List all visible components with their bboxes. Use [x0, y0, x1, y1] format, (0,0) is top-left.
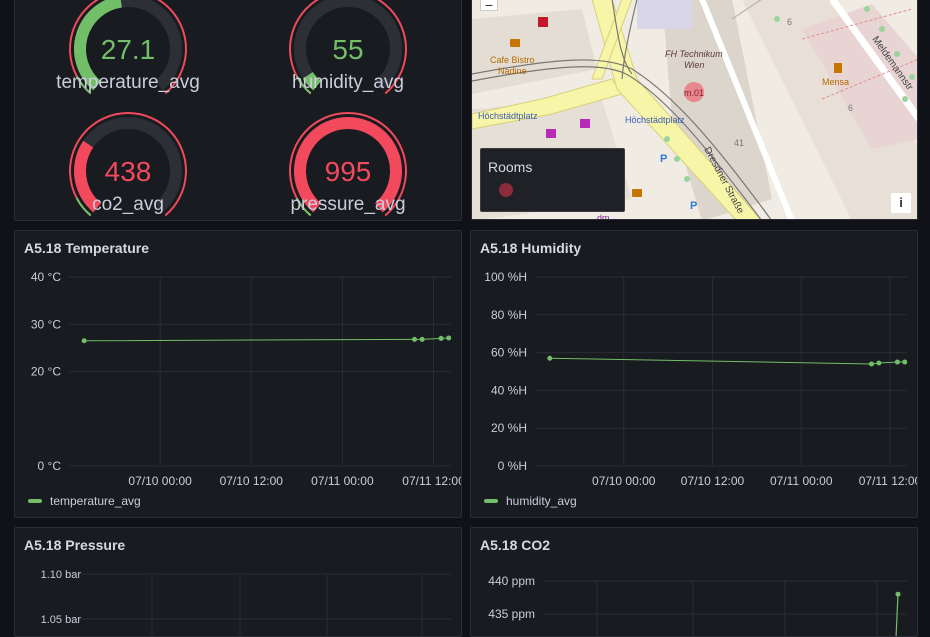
legend-swatch — [28, 499, 42, 503]
legend-swatch — [484, 499, 498, 503]
gauge-label: co2_avg — [92, 194, 164, 215]
y-tick-label: 1.10 bar — [41, 569, 82, 581]
x-tick-label: 07/11 12:00 — [859, 474, 918, 488]
y-tick-label: 40 %H — [491, 383, 527, 397]
map-label-wien: Wien — [684, 60, 704, 70]
rooms-legend-marker — [499, 183, 513, 197]
data-point[interactable] — [446, 335, 452, 341]
co2-chart[interactable]: 440 ppm 435 ppm — [471, 528, 918, 637]
series-line — [84, 337, 449, 342]
gauge-label: humidity_avg — [292, 72, 404, 93]
x-tick-label: 07/10 00:00 — [128, 474, 192, 488]
y-tick-label: 1.05 bar — [41, 614, 82, 626]
x-tick-label: 07/10 00:00 — [592, 474, 656, 488]
map-label-6b: 6 — [787, 17, 792, 27]
co2-panel: A5.18 CO2 440 ppm 435 ppm — [470, 527, 918, 637]
map-label-marker: m.01 — [684, 88, 704, 98]
humidity-chart[interactable]: 100 %H 80 %H 60 %H 40 %H 20 %H 0 %H 07/10 00:0… — [471, 231, 918, 518]
x-tick-label: 07/11 00:00 — [770, 474, 833, 488]
gauge-humidity[interactable]: 55 humidity_avg — [289, 0, 407, 95]
gauge-label: pressure_avg — [290, 194, 405, 215]
y-tick-label: 0 °C — [38, 459, 62, 473]
zoom-out-button[interactable]: − — [480, 0, 498, 12]
pressure-chart[interactable]: 1.10 bar 1.05 bar — [15, 528, 462, 637]
rooms-legend-title: Rooms — [488, 159, 533, 175]
map-label-6a: 6 — [848, 103, 853, 113]
series-line — [895, 594, 899, 636]
y-tick-label: 100 %H — [484, 270, 527, 284]
rooms-map[interactable]: P P Cafe Bistro Nadine FH Technikum Wien… — [471, 0, 918, 220]
data-point[interactable] — [412, 336, 418, 342]
temperature-legend[interactable]: temperature_avg — [28, 494, 141, 508]
y-tick-label: 440 ppm — [488, 574, 535, 588]
data-point[interactable] — [81, 338, 87, 344]
gauges-svg: 27.1 temperature_avg 55 humidity_avg 438 co2_… — [56, 0, 407, 217]
humidity-legend-label: humidity_avg — [506, 494, 577, 508]
data-point[interactable] — [876, 360, 882, 366]
y-tick-label: 80 %H — [491, 308, 527, 322]
data-point[interactable] — [869, 361, 875, 367]
gauge-temperature[interactable]: 27.1 temperature_avg — [56, 0, 200, 95]
x-tick-label: 07/11 12:00 — [402, 474, 462, 488]
map-label-hochstaedt-1: Höchstädtplatz — [478, 111, 538, 121]
y-tick-label: 40 °C — [31, 270, 61, 284]
gauge-value: 55 — [332, 34, 363, 65]
map-label-nadine: Nadine — [498, 66, 527, 76]
temperature-legend-label: temperature_avg — [50, 494, 141, 508]
map-label-mensa: Mensa — [822, 77, 849, 87]
gauge-label: temperature_avg — [56, 72, 200, 93]
y-tick-label: 60 %H — [491, 346, 527, 360]
svg-text:P: P — [660, 153, 667, 165]
gauges-panel: 27.1 temperature_avg 55 humidity_avg 438 co2_… — [14, 0, 462, 221]
gauge-value: 995 — [325, 156, 372, 187]
gauge-co2[interactable]: 438 co2_avg — [69, 112, 187, 217]
pressure-panel: A5.18 Pressure 1.10 bar 1.05 bar — [14, 527, 462, 637]
map-label-dm: dm — [597, 213, 610, 220]
map-label-41: 41 — [734, 138, 744, 148]
temperature-chart[interactable]: 40 °C 30 °C 20 °C 0 °C 07/10 00:00 07/10 12:0… — [15, 231, 462, 518]
map-label-fh: FH Technikum — [665, 49, 723, 59]
data-point[interactable] — [895, 591, 901, 597]
temperature-panel: A5.18 Temperature 40 °C 30 °C 20 °C 0 °C 07/… — [14, 230, 462, 518]
series-line — [549, 357, 905, 365]
x-tick-label: 07/11 00:00 — [311, 474, 374, 488]
data-point[interactable] — [894, 359, 900, 365]
humidity-legend[interactable]: humidity_avg — [484, 494, 577, 508]
x-tick-label: 07/10 12:00 — [220, 474, 284, 488]
map-label-hochstaedt-2: Höchstädtplatz — [625, 115, 685, 125]
rooms-legend: Rooms — [480, 148, 625, 212]
data-point[interactable] — [547, 355, 553, 361]
svg-text:P: P — [690, 200, 697, 212]
humidity-panel: A5.18 Humidity 100 %H 80 %H 60 %H 40 %H 20 %… — [470, 230, 918, 518]
y-tick-label: 0 %H — [498, 459, 527, 473]
data-point[interactable] — [902, 359, 908, 365]
x-tick-label: 07/10 12:00 — [681, 474, 745, 488]
map-label-cafe: Cafe Bistro — [490, 55, 535, 65]
gauge-value: 27.1 — [101, 34, 156, 65]
y-tick-label: 20 %H — [491, 421, 527, 435]
y-tick-label: 20 °C — [31, 365, 61, 379]
y-tick-label: 435 ppm — [488, 607, 535, 621]
y-tick-label: 30 °C — [31, 317, 61, 331]
gauge-value: 438 — [105, 156, 152, 187]
map-info-button[interactable]: i — [891, 193, 911, 213]
gauge-pressure[interactable]: 995 pressure_avg — [289, 112, 407, 217]
data-point[interactable] — [419, 336, 425, 342]
data-point[interactable] — [438, 335, 444, 341]
